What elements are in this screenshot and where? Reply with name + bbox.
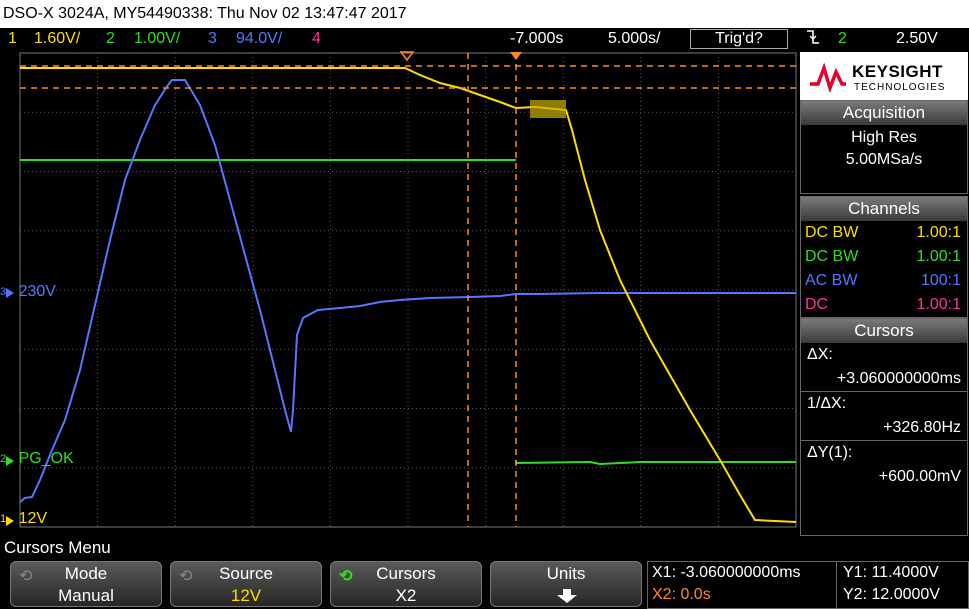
ch2-trace-post [515, 460, 796, 466]
ch2-scale[interactable]: 1.00V/ [134, 28, 180, 50]
trigger-channel[interactable]: 2 [838, 28, 847, 50]
menu-title: Cursors Menu [0, 536, 969, 560]
trigger-position-marker [510, 52, 522, 60]
y2-readout: Y2: 12.0000V [843, 586, 940, 603]
down-arrow-icon [557, 589, 577, 603]
graticule [20, 53, 796, 527]
inverse-delta-x-label: 1/ΔX: [801, 391, 967, 416]
softkey-source[interactable]: ⟲ Source 12V [170, 561, 322, 607]
brand-name: KEYSIGHT [852, 62, 943, 81]
acquisition-mode: High Res [851, 129, 917, 146]
delay-readout[interactable]: -7.000s [510, 28, 563, 50]
brand-sub: TECHNOLOGIES [854, 82, 946, 93]
ch1-label: 1 12V [0, 510, 48, 527]
x1-readout: X1: -3.060000000ms [652, 564, 801, 581]
cursors-header: Cursors [801, 319, 967, 343]
channel-row-1: DC BW 1.00:1 [805, 224, 961, 241]
ch1-number[interactable]: 1 [8, 28, 17, 50]
ch3-scale[interactable]: 94.0V/ [236, 28, 282, 50]
cursors-panel[interactable]: Cursors ΔX: +3.060000000ms 1/ΔX: +326.80… [800, 318, 968, 536]
ch2-label: 2 PG_OK [0, 450, 74, 467]
right-panel: KEYSIGHT TECHNOLOGIES Acquisition High R… [800, 50, 969, 536]
waveform-display[interactable]: 3 230V 2 PG_OK 1 12V [0, 50, 800, 536]
ch3-trace [19, 79, 796, 503]
ch1-scale[interactable]: 1.60V/ [34, 28, 80, 50]
inverse-delta-x-value: +326.80Hz [883, 419, 961, 436]
softkey-units[interactable]: Units [490, 561, 642, 607]
readout-divider [836, 562, 837, 608]
trigger-state: Trig'd? [690, 29, 788, 49]
x2-readout: X2: 0.0s [652, 586, 711, 603]
ch2-number[interactable]: 2 [106, 28, 115, 50]
window-title: DSO-X 3024A, MY54490338: Thu Nov 02 13:4… [3, 5, 407, 22]
ch3-label: 3 230V [0, 283, 56, 300]
cursor-readout: X1: -3.060000000ms X2: 0.0s Y1: 11.4000V… [647, 561, 969, 609]
channels-panel[interactable]: Channels DC BW 1.00:1 DC BW 1.00:1 AC BW… [800, 196, 968, 318]
brand-logo: KEYSIGHT TECHNOLOGIES [800, 52, 968, 100]
acquisition-rate: 5.00MSa/s [845, 151, 923, 168]
softkey-cursors[interactable]: ⟲ Cursors X2 [330, 561, 482, 607]
channel-row-2: DC BW 1.00:1 [805, 248, 961, 265]
channels-header: Channels [801, 197, 967, 221]
ch3-number[interactable]: 3 [208, 28, 217, 50]
acquisition-header: Acquisition [801, 101, 967, 125]
softkey-mode[interactable]: ⟲ Mode Manual [10, 561, 162, 607]
channel-row-3: AC BW 100:1 [805, 272, 961, 289]
delta-y-label: ΔY(1): [801, 440, 967, 465]
channel-row-4: DC 1.00:1 [805, 296, 961, 313]
y1-readout: Y1: 11.4000V [843, 564, 939, 581]
title-bar: DSO-X 3024A, MY54490338: Thu Nov 02 13:4… [0, 0, 969, 28]
ch1-noise-burst [530, 100, 566, 118]
delta-x-label: ΔX: [807, 346, 833, 363]
delta-y-value: +600.00mV [878, 468, 961, 485]
acquisition-panel[interactable]: Acquisition High Res 5.00MSa/s [800, 100, 968, 194]
timebase-readout[interactable]: 5.000s/ [608, 28, 660, 50]
waveform-canvas[interactable] [0, 50, 800, 536]
ch4-number[interactable]: 4 [312, 28, 321, 50]
trigger-level[interactable]: 2.50V [896, 28, 938, 50]
keysight-wave-icon [810, 62, 846, 92]
status-bar: 1 1.60V/ 2 1.00V/ 3 94.0V/ 4 -7.000s 5.0… [0, 28, 969, 50]
delta-x-value: +3.060000000ms [836, 370, 961, 387]
